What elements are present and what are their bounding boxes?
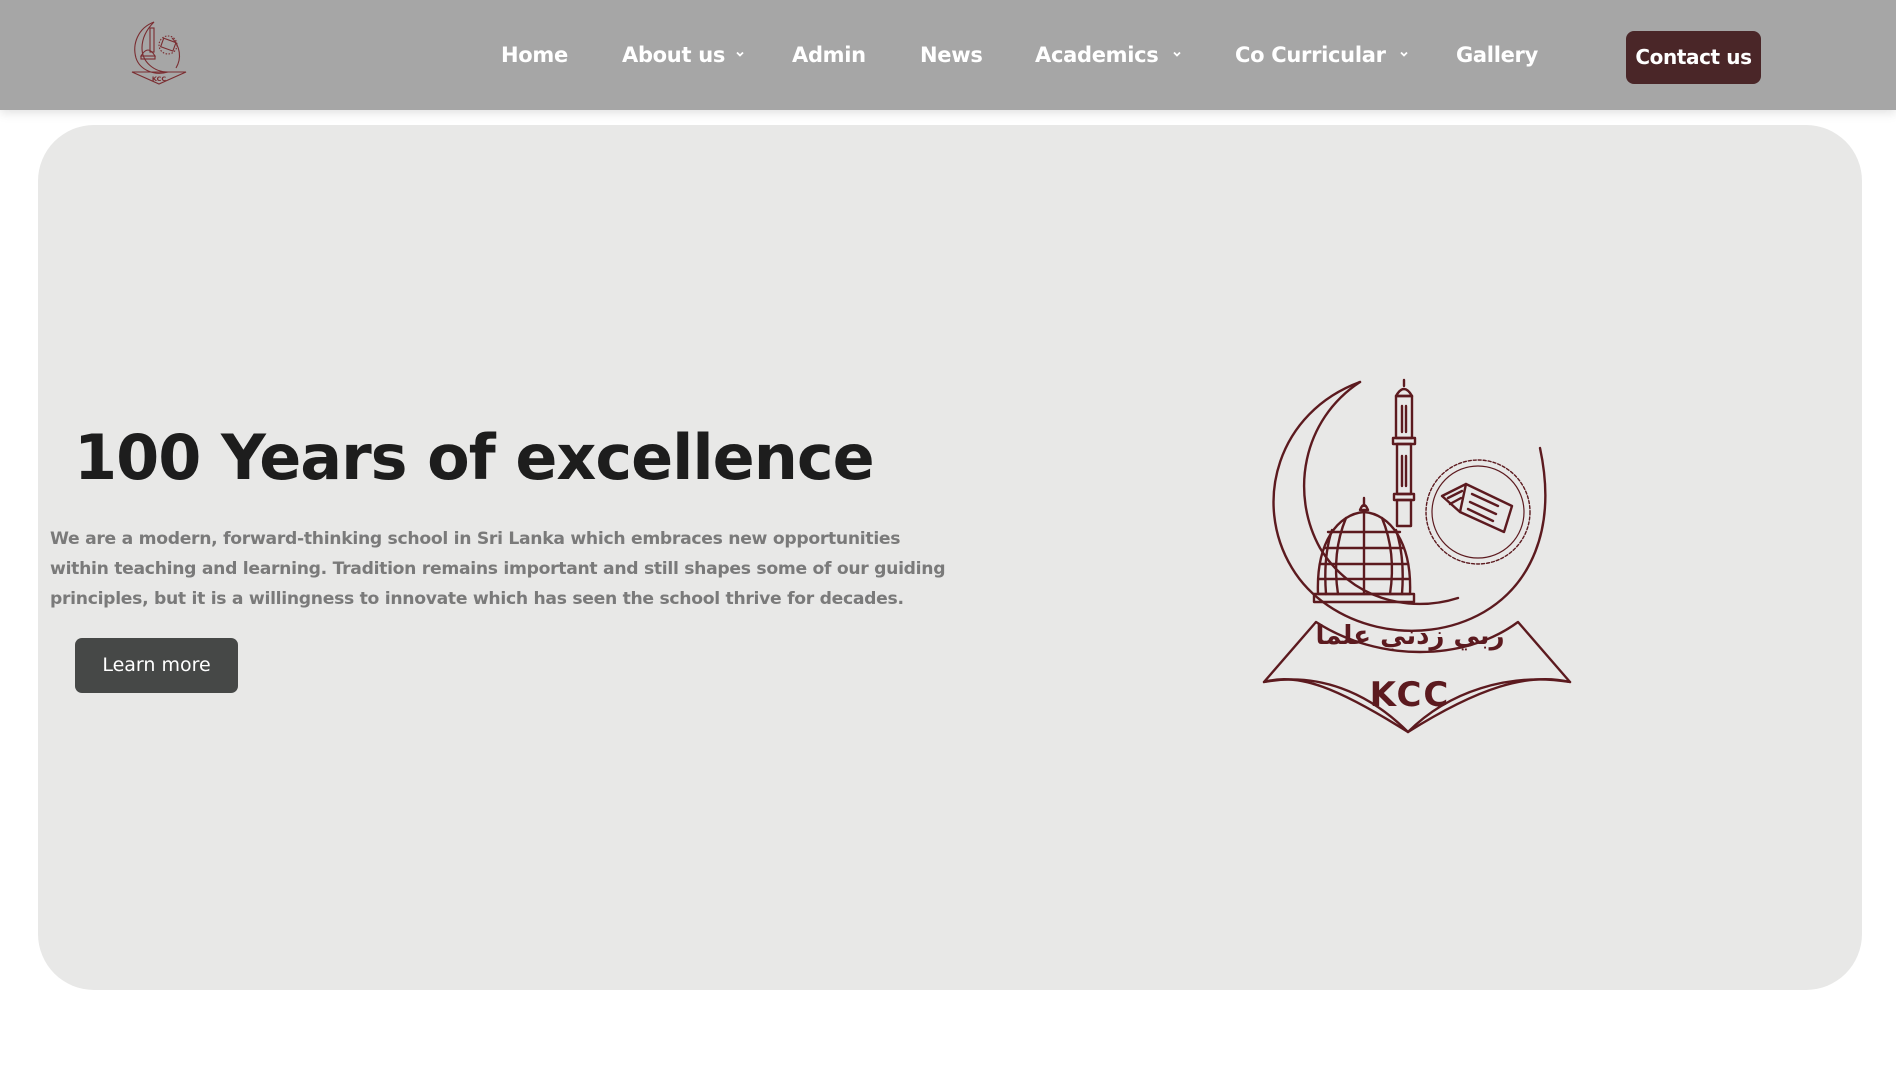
chevron-down-icon — [1400, 51, 1408, 57]
nav-academics[interactable]: Academics — [1035, 40, 1182, 70]
emblem-motto: ربي زدني علما — [1315, 621, 1504, 651]
emblem-name: KCC — [1370, 675, 1451, 715]
chevron-down-icon — [1172, 51, 1181, 57]
nav-co-curricular[interactable]: Co Curricular — [1235, 40, 1409, 70]
nav-about-us[interactable]: About us — [622, 40, 745, 70]
nav-gallery[interactable]: Gallery — [1456, 40, 1538, 70]
nav-home[interactable]: Home — [501, 40, 568, 70]
learn-more-button[interactable]: Learn more — [75, 638, 238, 693]
school-emblem-icon: ربي زدني علما KCC — [1262, 378, 1572, 734]
nav-gallery-label: Gallery — [1456, 43, 1538, 67]
nav-admin[interactable]: Admin — [792, 40, 866, 70]
contact-us-button[interactable]: Contact us — [1626, 31, 1761, 84]
nav-about-us-label: About us — [622, 43, 726, 67]
nav-admin-label: Admin — [792, 43, 866, 67]
nav-co-curricular-label: Co Curricular — [1235, 43, 1386, 67]
chevron-down-icon — [736, 51, 744, 57]
nav-academics-label: Academics — [1035, 43, 1159, 67]
hero-title: 100 Years of excellence — [74, 421, 875, 494]
main-nav: Home About us Admin News Academics Co Cu… — [0, 0, 1896, 110]
hero-section: 100 Years of excellence We are a modern,… — [38, 125, 1862, 990]
hero-description: We are a modern, forward-thinking school… — [50, 529, 946, 609]
nav-news[interactable]: News — [920, 40, 983, 70]
nav-news-label: News — [920, 43, 983, 67]
nav-home-label: Home — [501, 43, 568, 67]
site-header: KCC Home About us Admin News Academics C… — [0, 0, 1896, 110]
